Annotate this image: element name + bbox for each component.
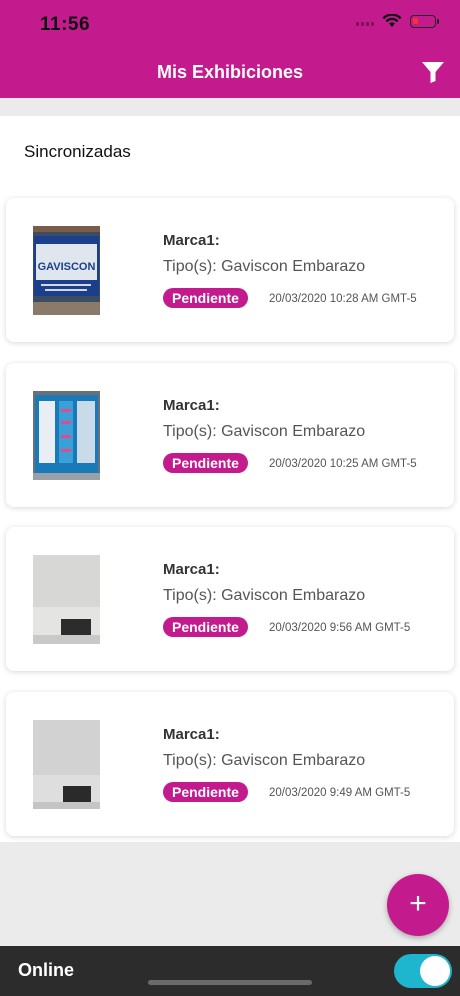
item-brand: Marca1:: [163, 397, 220, 414]
status-badge: Pendiente: [163, 288, 248, 308]
cellular-signal-icon: [356, 16, 374, 26]
status-icons: [356, 14, 439, 28]
page-title: Mis Exhibiciones: [156, 62, 304, 82]
item-type: Tipo(s): Gaviscon Embarazo: [163, 752, 366, 769]
connection-bar: Online: [0, 946, 460, 996]
toggle-knob: [420, 956, 450, 986]
exhibition-thumbnail: [33, 555, 100, 644]
exhibition-thumbnail: GAVISCON: [33, 226, 100, 315]
item-brand: Marca1:: [163, 232, 220, 249]
online-toggle[interactable]: [394, 954, 452, 988]
exhibitions-list: Sincronizadas GAVISCON Marca1: Tipo(s): …: [0, 116, 460, 842]
status-badge: Pendiente: [163, 453, 248, 473]
item-type: Tipo(s): Gaviscon Embarazo: [163, 258, 366, 275]
thumb-logo-text: GAVISCON: [38, 261, 96, 273]
item-brand: Marca1:: [163, 726, 220, 743]
item-brand: Marca1:: [163, 561, 220, 578]
app-header: 11:56 Mis Exhibiciones: [0, 0, 460, 98]
item-date: 20/03/2020 10:25 AM GMT-5: [269, 458, 417, 470]
item-type: Tipo(s): Gaviscon Embarazo: [163, 587, 366, 604]
item-type: Tipo(s): Gaviscon Embarazo: [163, 423, 366, 440]
item-date: 20/03/2020 9:56 AM GMT-5: [269, 622, 411, 634]
item-date: 20/03/2020 10:28 AM GMT-5: [269, 293, 417, 305]
status-badge: Pendiente: [163, 782, 248, 802]
section-title: Sincronizadas: [24, 142, 131, 161]
exhibition-card[interactable]: Marca1: Tipo(s): Gaviscon Embarazo Pendi…: [6, 527, 454, 671]
online-label: Online: [18, 960, 75, 980]
exhibition-card[interactable]: Marca1: Tipo(s): Gaviscon Embarazo Pendi…: [6, 692, 454, 836]
home-indicator: [148, 980, 312, 985]
item-date: 20/03/2020 9:49 AM GMT-5: [269, 787, 411, 799]
status-badge: Pendiente: [163, 617, 248, 637]
exhibition-thumbnail: [33, 720, 100, 809]
exhibition-card[interactable]: Marca1: Tipo(s): Gaviscon Embarazo Pendi…: [6, 363, 454, 507]
battery-icon: [410, 14, 439, 28]
wifi-icon: [382, 14, 402, 27]
exhibition-thumbnail: [33, 391, 100, 480]
add-exhibition-button[interactable]: +: [387, 874, 449, 936]
status-time: 11:56: [40, 14, 91, 35]
filter-icon[interactable]: [420, 60, 446, 84]
exhibition-card[interactable]: GAVISCON Marca1: Tipo(s): Gaviscon Embar…: [6, 198, 454, 342]
